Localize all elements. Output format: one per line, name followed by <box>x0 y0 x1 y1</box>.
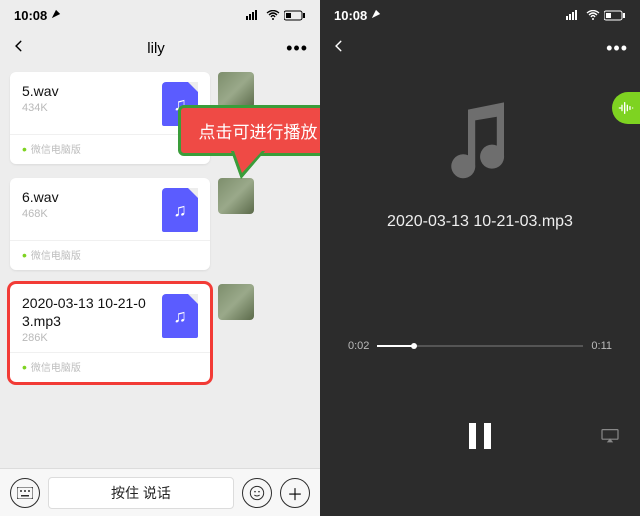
file-name: 6.wav <box>22 188 59 206</box>
progress-bar[interactable]: 0:02 0:11 <box>348 340 612 352</box>
chat-navbar: lily ••• <box>0 30 320 66</box>
progress-track[interactable] <box>377 345 583 347</box>
file-name: 2020-03-13 10-21-03.mp3 <box>22 294 152 330</box>
avatar[interactable] <box>218 284 254 320</box>
message-row: 2020-03-13 10-21-03.mp3 286K ♫ 微信电脑版 <box>10 284 310 382</box>
plus-button[interactable]: ＋ <box>280 478 310 508</box>
message-row: 6.wav 468K ♫ 微信电脑版 <box>10 178 310 270</box>
status-bar: 10:08 <box>0 0 320 30</box>
pause-button[interactable] <box>456 412 504 460</box>
music-note-icon <box>444 100 516 189</box>
file-size: 434K <box>22 102 59 114</box>
status-icons <box>566 10 626 21</box>
avatar[interactable] <box>218 72 254 108</box>
input-bar: 按住 说话 ＋ <box>0 468 320 516</box>
player-screen: 10:08 ••• 2020-03-13 10-21-03.mp3 0:02 0… <box>320 0 640 516</box>
hold-to-talk-button[interactable]: 按住 说话 <box>48 477 234 509</box>
status-time: 10:08 <box>14 8 61 23</box>
file-size: 468K <box>22 208 59 220</box>
status-icons <box>246 10 306 21</box>
track-title: 2020-03-13 10-21-03.mp3 <box>387 213 573 231</box>
file-name: 5.wav <box>22 82 59 100</box>
emoji-button[interactable] <box>242 478 272 508</box>
file-size: 286K <box>22 332 152 344</box>
file-source: 微信电脑版 <box>22 141 198 156</box>
chat-screen: 10:08 lily ••• 5.wav 434K ♫ <box>0 0 320 516</box>
status-bar: 10:08 <box>320 0 640 30</box>
avatar[interactable] <box>218 178 254 214</box>
audio-file-icon: ♫ <box>162 188 198 232</box>
status-time: 10:08 <box>334 8 381 23</box>
more-button[interactable]: ••• <box>286 38 308 59</box>
file-message-highlighted[interactable]: 2020-03-13 10-21-03.mp3 286K ♫ 微信电脑版 <box>10 284 210 382</box>
player-navbar: ••• <box>320 30 640 66</box>
keyboard-toggle-button[interactable] <box>10 478 40 508</box>
total-time: 0:11 <box>591 340 612 352</box>
back-button[interactable] <box>12 39 26 58</box>
tooltip-play-hint: 点击可进行播放 <box>178 105 320 156</box>
elapsed-time: 0:02 <box>348 340 369 352</box>
back-button[interactable] <box>332 39 346 58</box>
airplay-icon[interactable] <box>600 428 620 449</box>
file-source: 微信电脑版 <box>22 359 198 374</box>
more-button[interactable]: ••• <box>606 38 628 59</box>
file-message[interactable]: 6.wav 468K ♫ 微信电脑版 <box>10 178 210 270</box>
progress-thumb[interactable] <box>411 343 417 349</box>
chat-title: lily <box>147 40 165 57</box>
audio-file-icon: ♫ <box>162 294 198 338</box>
player-body: 2020-03-13 10-21-03.mp3 <box>320 100 640 231</box>
file-source: 微信电脑版 <box>22 247 198 262</box>
